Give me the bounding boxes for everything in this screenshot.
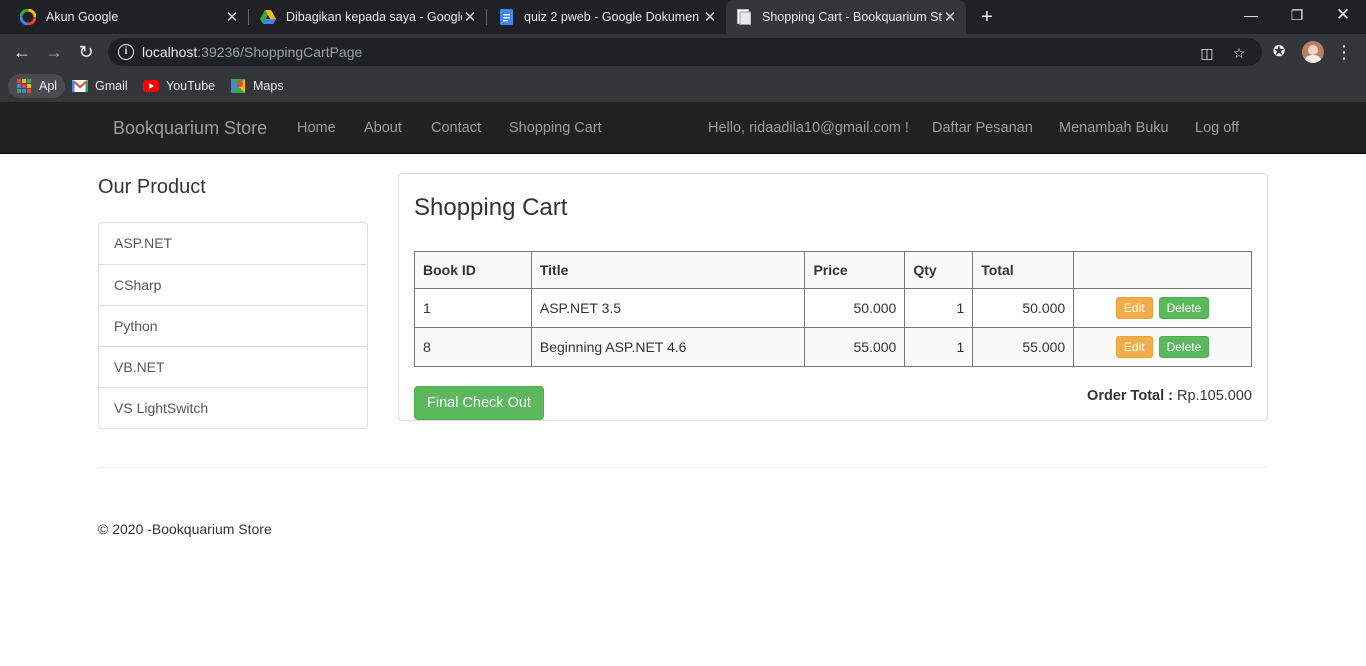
reload-icon[interactable]: ↻ bbox=[74, 40, 98, 64]
google-docs-icon bbox=[498, 9, 514, 25]
table-row: 1 ASP.NET 3.5 50.000 1 50.000 Edit Delete bbox=[414, 288, 1252, 328]
table-row: 8 Beginning ASP.NET 4.6 55.000 1 55.000 … bbox=[414, 327, 1252, 367]
cell-price: 50.000 bbox=[804, 288, 906, 328]
cell-total: 55.000 bbox=[972, 327, 1075, 367]
tab-google-drive[interactable]: Dibagikan kepada saya - Google ✕ bbox=[250, 0, 486, 34]
footer-copyright: © 2020 -Bookquarium Store bbox=[98, 521, 272, 537]
bookmark-maps[interactable]: Maps bbox=[230, 74, 284, 98]
cell-book-id: 1 bbox=[414, 288, 532, 328]
tab-akun-google[interactable]: Akun Google ✕ bbox=[10, 0, 248, 34]
page-title: Shopping Cart bbox=[414, 194, 568, 221]
column-header-actions bbox=[1073, 251, 1252, 289]
bookmarks-bar: Apl Gmail YouTube Maps bbox=[0, 70, 1366, 102]
footer-divider bbox=[98, 467, 1268, 468]
bookmark-label: YouTube bbox=[166, 79, 216, 93]
tab-shopping-cart-active[interactable]: Shopping Cart - Bookquarium Sto ✕ bbox=[726, 0, 966, 34]
extensions-puzzle-icon[interactable]: ✪ bbox=[1269, 42, 1289, 62]
order-total-value: Rp.105.000 bbox=[1177, 388, 1252, 404]
bookmark-gmail[interactable]: Gmail bbox=[72, 74, 128, 98]
bookmark-label: Apl bbox=[39, 79, 58, 93]
page-icon bbox=[736, 9, 752, 25]
column-header-title: Title bbox=[530, 251, 806, 289]
apps-grid-icon bbox=[16, 78, 32, 94]
cell-actions: Edit Delete bbox=[1073, 327, 1252, 367]
category-item-vs-lightswitch[interactable]: VS LightSwitch bbox=[99, 387, 367, 428]
tab-divider bbox=[486, 9, 487, 25]
tab-title: Akun Google bbox=[46, 10, 119, 24]
cart-table: Book ID Title Price Qty Total 1 ASP.NET … bbox=[414, 251, 1252, 367]
tab-google-docs[interactable]: quiz 2 pweb - Google Dokumen ✕ bbox=[488, 0, 726, 34]
window-close-icon[interactable]: ✕ bbox=[1320, 0, 1366, 30]
gmail-icon bbox=[72, 78, 88, 94]
bookmark-apps[interactable]: Apl bbox=[8, 74, 66, 98]
column-header-book-id: Book ID bbox=[414, 251, 532, 289]
maps-icon bbox=[230, 78, 246, 94]
sidebar-title: Our Product bbox=[98, 176, 206, 198]
bookmark-youtube[interactable]: YouTube bbox=[143, 74, 215, 98]
final-checkout-button[interactable]: Final Check Out bbox=[414, 386, 544, 420]
shopping-cart-panel: Shopping Cart Book ID Title Price Qty To… bbox=[398, 173, 1268, 421]
forward-arrow-icon[interactable]: → bbox=[42, 40, 66, 64]
delete-button[interactable]: Delete bbox=[1158, 336, 1210, 358]
address-bar[interactable]: i localhost:39236/ShoppingCartPage ◫ ☆ bbox=[108, 38, 1262, 66]
nav-daftar-pesanan-link[interactable]: Daftar Pesanan bbox=[932, 120, 1033, 136]
restore-icon[interactable]: ❐ bbox=[1274, 0, 1320, 30]
nav-contact-link[interactable]: Contact bbox=[431, 120, 481, 136]
delete-button[interactable]: Delete bbox=[1158, 297, 1210, 319]
product-category-list: ASP.NET CSharp Python VB.NET VS LightSwi… bbox=[98, 222, 368, 429]
cell-title: Beginning ASP.NET 4.6 bbox=[530, 327, 806, 367]
nav-menambah-buku-link[interactable]: Menambah Buku bbox=[1059, 120, 1169, 136]
category-item-csharp[interactable]: CSharp bbox=[99, 264, 367, 305]
site-brand-link[interactable]: Bookquarium Store bbox=[113, 118, 267, 139]
bookmark-label: Maps bbox=[253, 79, 284, 93]
cell-actions: Edit Delete bbox=[1073, 288, 1252, 328]
table-header-row: Book ID Title Price Qty Total bbox=[414, 251, 1252, 289]
bookmark-label: Gmail bbox=[95, 79, 128, 93]
site-navbar: Bookquarium Store Home About Contact Sho… bbox=[0, 102, 1366, 154]
cell-total: 50.000 bbox=[972, 288, 1075, 328]
category-item-python[interactable]: Python bbox=[99, 305, 367, 346]
cell-qty: 1 bbox=[904, 327, 974, 367]
nav-user-greeting-link[interactable]: Hello, ridaadila10@gmail.com ! bbox=[708, 120, 909, 136]
cell-qty: 1 bbox=[904, 288, 974, 328]
tab-title: quiz 2 pweb - Google Dokumen bbox=[524, 10, 700, 24]
cell-book-id: 8 bbox=[414, 327, 532, 367]
cell-title: ASP.NET 3.5 bbox=[530, 288, 806, 328]
category-item-vbnet[interactable]: VB.NET bbox=[99, 346, 367, 387]
new-tab-plus-icon[interactable]: + bbox=[977, 4, 997, 30]
url-text[interactable]: localhost:39236/ShoppingCartPage bbox=[142, 44, 362, 60]
edit-button[interactable]: Edit bbox=[1115, 297, 1153, 319]
nav-log-off-link[interactable]: Log off bbox=[1195, 120, 1239, 136]
bookmark-star-icon[interactable]: ☆ bbox=[1230, 44, 1248, 62]
edit-button[interactable]: Edit bbox=[1115, 336, 1153, 358]
tab-title: Shopping Cart - Bookquarium Sto bbox=[762, 10, 942, 24]
nav-about-link[interactable]: About bbox=[364, 120, 402, 136]
cell-price: 55.000 bbox=[804, 327, 906, 367]
back-arrow-icon[interactable]: ← bbox=[10, 40, 34, 64]
close-icon[interactable]: ✕ bbox=[462, 8, 478, 26]
site-info-icon[interactable]: i bbox=[118, 44, 134, 60]
nav-shopping-cart-link[interactable]: Shopping Cart bbox=[509, 120, 602, 136]
close-icon[interactable]: ✕ bbox=[702, 8, 718, 26]
translate-icon[interactable]: ◫ bbox=[1198, 44, 1216, 62]
column-header-price: Price bbox=[804, 251, 906, 289]
minimize-icon[interactable]: — bbox=[1228, 0, 1274, 30]
menu-kebab-icon[interactable]: ⋮ bbox=[1334, 42, 1354, 62]
column-header-total: Total bbox=[972, 251, 1075, 289]
tab-divider bbox=[248, 9, 249, 25]
tab-title: Dibagikan kepada saya - Google bbox=[286, 10, 462, 24]
google-icon bbox=[20, 9, 36, 25]
order-total-label: Order Total : bbox=[1087, 388, 1173, 404]
order-total: Order Total : Rp.105.000 bbox=[1087, 388, 1252, 404]
profile-avatar[interactable] bbox=[1302, 41, 1324, 63]
column-header-qty: Qty bbox=[904, 251, 974, 289]
browser-toolbar: ← → ↻ i localhost:39236/ShoppingCartPage… bbox=[0, 34, 1366, 70]
nav-home-link[interactable]: Home bbox=[297, 120, 336, 136]
browser-tab-strip: Akun Google ✕ Dibagikan kepada saya - Go… bbox=[0, 0, 1366, 34]
google-drive-icon bbox=[260, 9, 276, 25]
youtube-icon bbox=[143, 78, 159, 94]
close-icon[interactable]: ✕ bbox=[942, 8, 958, 26]
close-icon[interactable]: ✕ bbox=[224, 8, 240, 26]
category-item-aspnet[interactable]: ASP.NET bbox=[99, 223, 367, 264]
